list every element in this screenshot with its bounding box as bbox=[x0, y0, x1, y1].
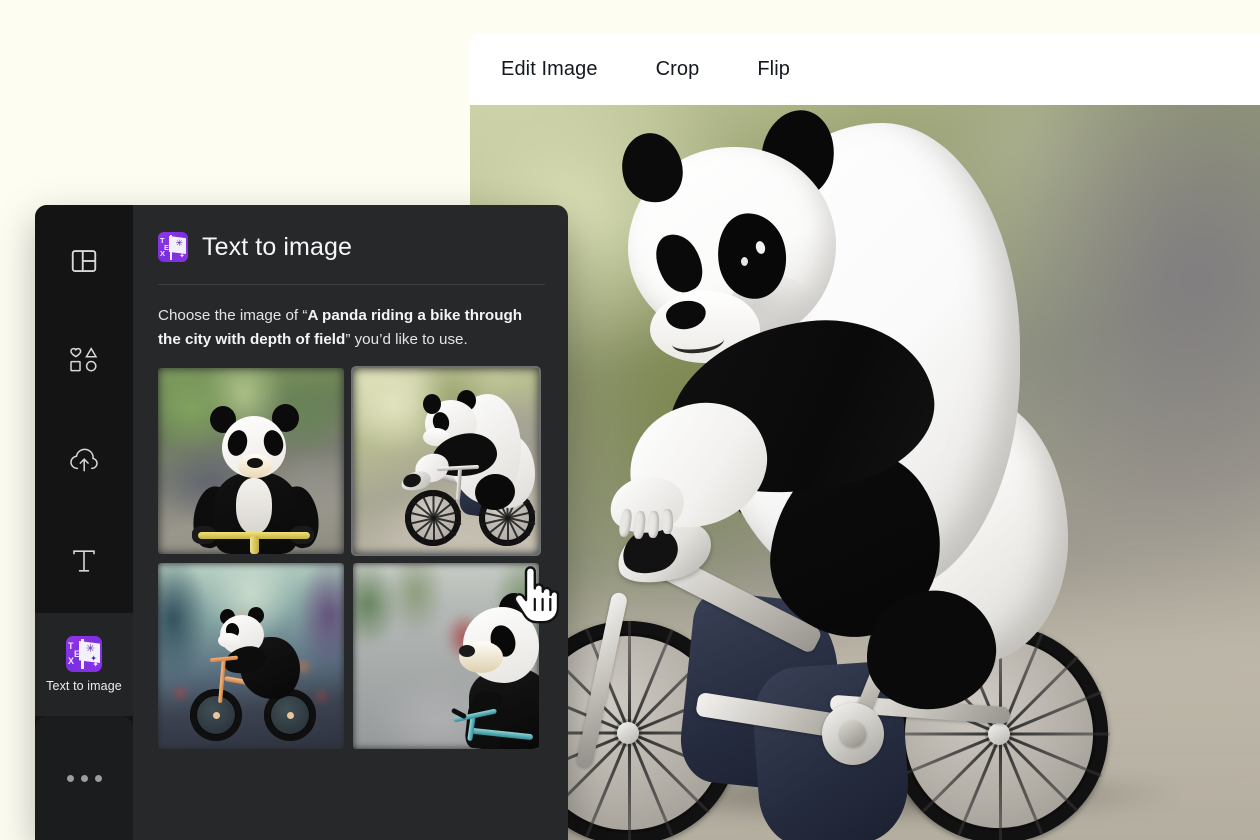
panda-pupil-highlight-2 bbox=[741, 257, 748, 266]
layout-grid-icon bbox=[69, 246, 99, 276]
sidebar-item-text-to-image[interactable]: TEX ✳ ✦ ✦ Text to image bbox=[35, 613, 133, 716]
image-toolbar: Edit Image Crop Flip bbox=[470, 33, 1260, 105]
sidebar-item-text[interactable] bbox=[56, 533, 112, 589]
more-dots-icon bbox=[66, 774, 102, 782]
sidebar-item-label: Text to image bbox=[46, 679, 122, 693]
text-to-image-icon: TEX ✳ ✦ bbox=[158, 232, 188, 262]
sidebar-item-templates[interactable] bbox=[56, 233, 112, 289]
panel-description: Choose the image of “A panda riding a bi… bbox=[158, 304, 536, 351]
panda-finger bbox=[662, 509, 673, 534]
app-sidebar-rail: TEX ✳ ✦ ✦ Text to image bbox=[35, 205, 133, 840]
results-grid bbox=[158, 368, 545, 750]
result-thumbnail-1[interactable] bbox=[158, 368, 344, 555]
text-icon bbox=[70, 546, 98, 576]
result-thumbnail-2[interactable] bbox=[353, 368, 539, 555]
cloud-upload-icon bbox=[68, 446, 100, 476]
text-to-image-panel: TEX ✳ ✦ ✦ Text to image TEX ✳ ✦ Text to … bbox=[35, 205, 568, 840]
sidebar-item-elements[interactable] bbox=[56, 333, 112, 389]
image-preview-window: Edit Image Crop Flip bbox=[470, 33, 1260, 840]
header-divider bbox=[158, 284, 545, 285]
description-prefix: Choose the image of “ bbox=[158, 307, 308, 324]
generated-image-preview[interactable] bbox=[470, 105, 1260, 840]
page-title: Text to image bbox=[202, 232, 352, 261]
sidebar-more-button[interactable] bbox=[35, 716, 133, 840]
text-to-image-icon: TEX ✳ ✦ ✦ bbox=[66, 636, 102, 672]
result-thumbnail-4[interactable] bbox=[353, 563, 539, 750]
panel-header: TEX ✳ ✦ Text to image bbox=[158, 232, 545, 262]
app-screen: Edit Image Crop Flip T E X ✳ ✦ ✦ Text to… bbox=[0, 0, 1260, 840]
toolbar-flip-button[interactable]: Flip bbox=[757, 58, 790, 81]
description-suffix: ” you’d like to use. bbox=[345, 330, 468, 348]
sidebar-item-uploads[interactable] bbox=[56, 433, 112, 489]
toolbar-edit-image-button[interactable]: Edit Image bbox=[501, 58, 598, 81]
shapes-icon bbox=[67, 345, 101, 377]
toolbar-crop-button[interactable]: Crop bbox=[656, 58, 700, 81]
panel-content: TEX ✳ ✦ Text to image Choose the image o… bbox=[133, 205, 568, 840]
crank-center bbox=[840, 721, 866, 747]
result-thumbnail-3[interactable] bbox=[158, 563, 344, 750]
